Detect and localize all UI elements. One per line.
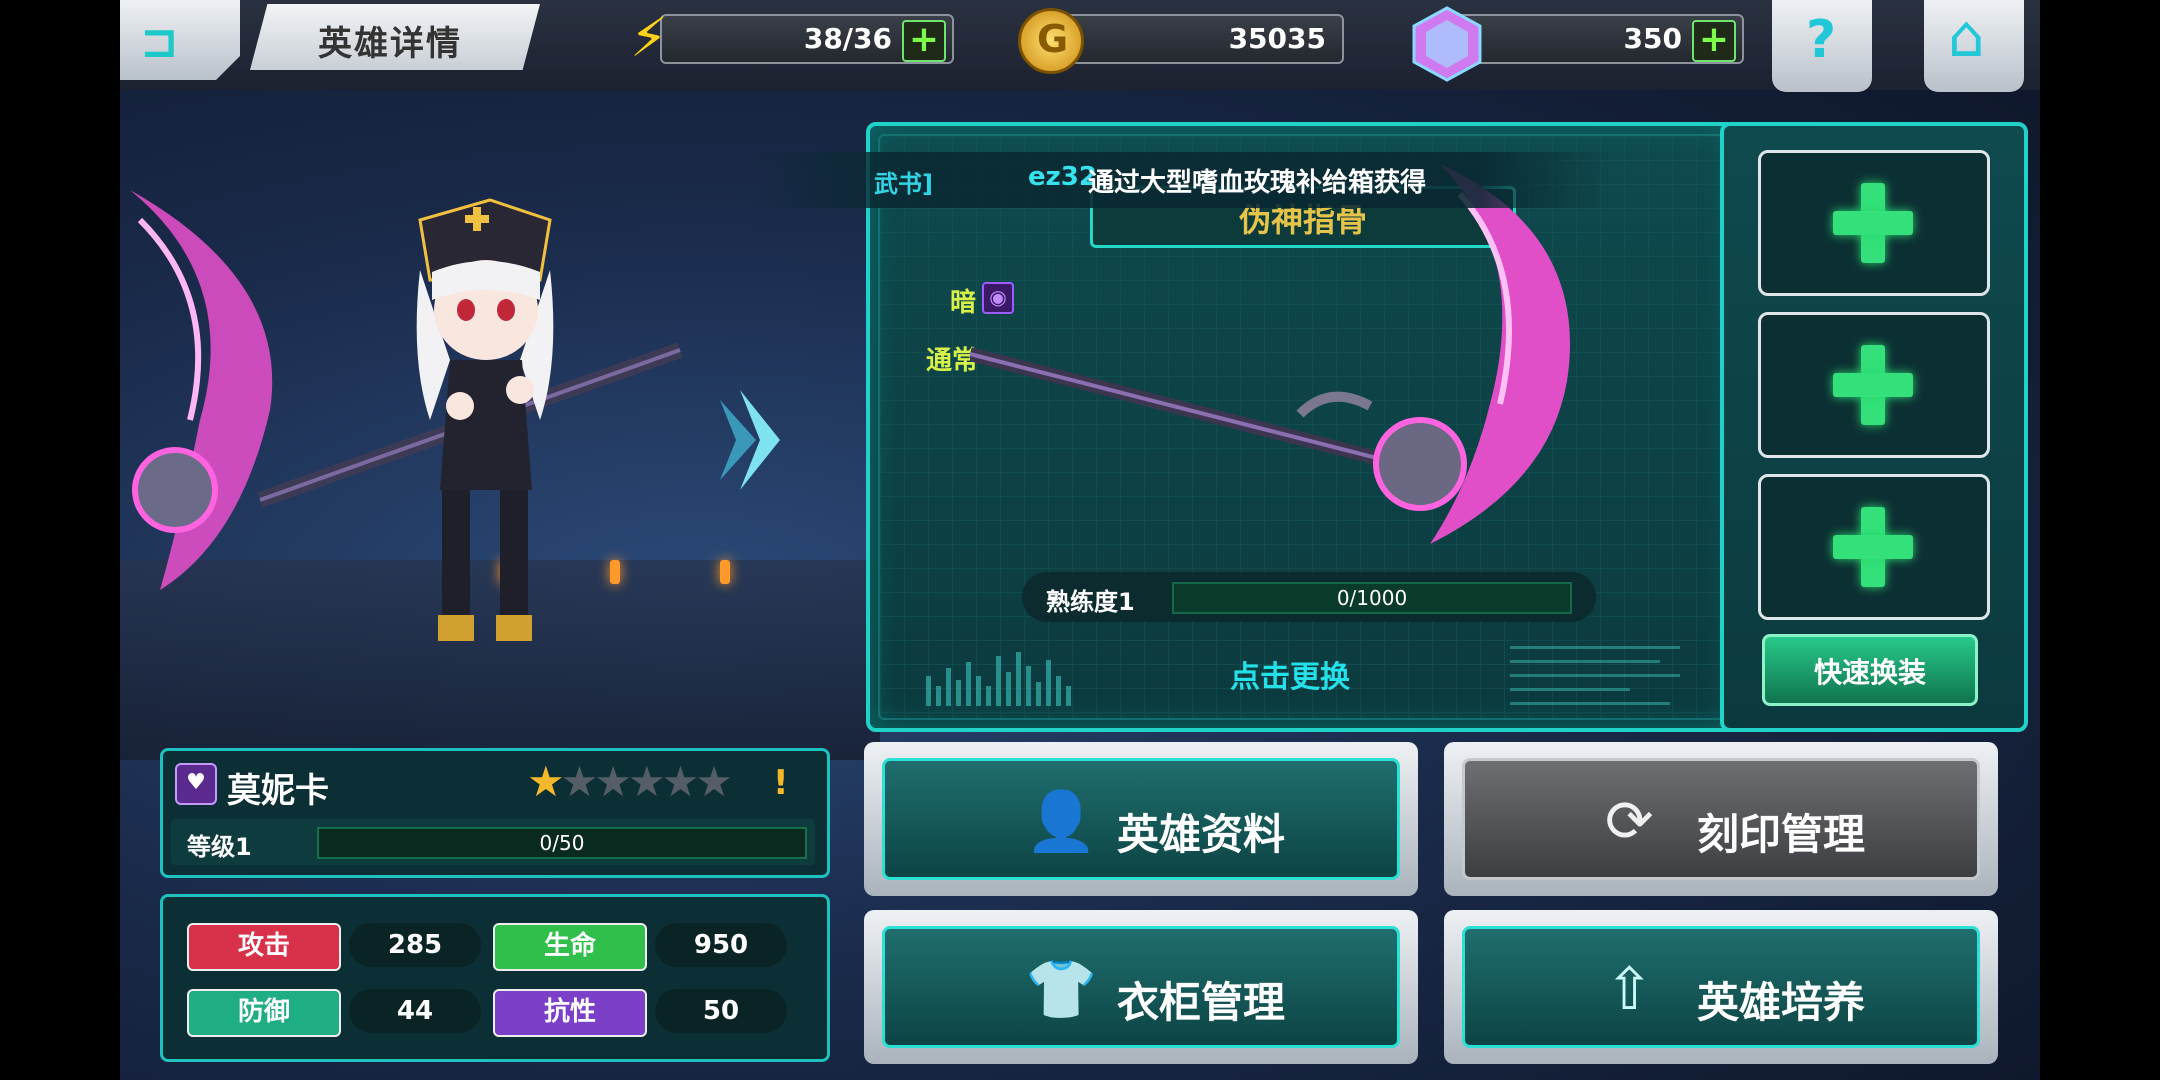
- add-stamina-button[interactable]: +: [902, 20, 946, 62]
- hero-class-icon: ♥: [175, 763, 217, 805]
- user-profile-icon: 👤: [1025, 787, 1098, 855]
- hero-summary-card: ♥ 莫妮卡 ★★★★★★ ! 等级1 0/50: [160, 748, 830, 878]
- question-icon: ?: [1806, 10, 1837, 70]
- exp-bar: 0/50: [317, 827, 807, 859]
- accessory-slot-2[interactable]: [1758, 312, 1990, 458]
- star-empty-icon: ★: [695, 757, 733, 806]
- stamina-counter: 38/36 +: [660, 14, 954, 64]
- star-empty-icon: ★: [627, 757, 666, 806]
- proficiency-value: 0/1000: [1336, 586, 1408, 610]
- weapon-panel[interactable]: 伪神指骨 暗 ◉ 通常 熟练度1 0/1000 点击更换: [866, 122, 1736, 732]
- stat-hp: 生命 950: [493, 923, 801, 971]
- stat-defense-value: 44: [349, 989, 481, 1033]
- top-bar: ⊐ 英雄详情 38/36 + ⚡ 35035 G 350 + ? ⌂: [120, 0, 2040, 92]
- level-label: 等级1: [187, 833, 252, 861]
- quick-equip-button[interactable]: 快速换装: [1762, 634, 1978, 706]
- gem-icon: [1412, 6, 1482, 82]
- wardrobe-label: 衣柜管理: [1117, 978, 1286, 1027]
- gold-value: 35035: [1228, 22, 1326, 55]
- change-weapon-button[interactable]: 点击更换: [1230, 652, 1350, 696]
- page-title-plate: 英雄详情: [250, 4, 540, 70]
- decorative-lines: [1510, 646, 1680, 716]
- star-empty-icon: ★: [661, 757, 700, 806]
- stat-resist-label: 抗性: [493, 989, 647, 1037]
- decorative-equalizer: [926, 646, 1086, 706]
- button-face: ⟳ 刻印管理: [1462, 758, 1980, 880]
- button-face: 👤 英雄资料: [882, 758, 1400, 880]
- acquisition-toast: 武书] ez32 通过大型嗜血玫瑰补给箱获得: [750, 152, 1610, 208]
- hero-info-button[interactable]: 👤 英雄资料: [864, 742, 1418, 896]
- exp-value: 0/50: [539, 831, 585, 855]
- add-icon: [1833, 173, 1913, 273]
- proficiency-row: 熟练度1 0/1000: [1022, 572, 1596, 622]
- gem-counter: 350 +: [1450, 14, 1744, 64]
- stat-defense-label: 防御: [187, 989, 341, 1037]
- stamina-value: 38/36: [803, 22, 892, 55]
- imprint-icon: ⟳: [1605, 787, 1654, 855]
- stat-hp-label: 生命: [493, 923, 647, 971]
- gold-counter: 35035: [1050, 14, 1344, 64]
- button-face: ⇧ 英雄培养: [1462, 926, 1980, 1048]
- upgrade-alert-icon[interactable]: !: [773, 763, 789, 803]
- hero-character-art: [130, 190, 780, 641]
- add-gems-button[interactable]: +: [1692, 20, 1736, 62]
- accessory-slot-3[interactable]: [1758, 474, 1990, 620]
- add-icon: [1833, 497, 1913, 597]
- accessory-slot-panel: 快速换装: [1720, 122, 2028, 732]
- button-face: 👕 衣柜管理: [882, 926, 1400, 1048]
- level-row: 等级1 0/50: [171, 819, 815, 865]
- stat-attack-value: 285: [349, 923, 481, 967]
- hero-info-label: 英雄资料: [1117, 810, 1286, 859]
- accessory-slot-1[interactable]: [1758, 150, 1990, 296]
- toast-username: ez32: [1028, 162, 1097, 192]
- star-empty-icon: ★: [560, 757, 599, 806]
- stat-defense: 防御 44: [187, 989, 495, 1037]
- lightning-icon: ⚡: [630, 6, 668, 69]
- add-icon: [1833, 335, 1913, 435]
- help-button[interactable]: ?: [1772, 0, 1872, 92]
- stat-attack-label: 攻击: [187, 923, 341, 971]
- hero-train-button[interactable]: ⇧ 英雄培养: [1444, 910, 1998, 1064]
- stat-resist-value: 50: [655, 989, 787, 1033]
- toast-message: 通过大型嗜血玫瑰补给箱获得: [1088, 168, 1427, 198]
- back-arrow-icon: ⊐: [140, 14, 179, 68]
- gem-value: 350: [1623, 22, 1682, 55]
- toast-source-fragment: 武书]: [874, 170, 933, 198]
- hero-star-rating: ★★★★★★: [527, 757, 733, 806]
- stat-hp-value: 950: [655, 923, 787, 967]
- stat-resist: 抗性 50: [493, 989, 801, 1037]
- wardrobe-button[interactable]: 👕 衣柜管理: [864, 910, 1418, 1064]
- imprint-label: 刻印管理: [1697, 810, 1866, 859]
- star-filled-icon: ★: [527, 757, 565, 806]
- proficiency-bar: 0/1000: [1172, 582, 1572, 614]
- home-button[interactable]: ⌂: [1924, 0, 2024, 92]
- gold-coin-icon: G: [1018, 8, 1084, 74]
- game-screen: ⊐ 英雄详情 38/36 + ⚡ 35035 G 350 + ? ⌂ 伪神指骨 …: [120, 0, 2040, 1080]
- page-title: 英雄详情: [318, 24, 462, 64]
- weapon-scythe-art: [970, 164, 1570, 544]
- hero-stats-card: 攻击 285 生命 950 防御 44 抗性 50: [160, 894, 830, 1062]
- proficiency-label: 熟练度1: [1046, 588, 1135, 616]
- star-empty-icon: ★: [594, 757, 632, 806]
- hero-train-label: 英雄培养: [1697, 978, 1866, 1027]
- hero-name: 莫妮卡: [227, 771, 329, 811]
- stat-attack: 攻击 285: [187, 923, 495, 971]
- shirt-icon: 👕: [1025, 955, 1098, 1023]
- home-icon: ⌂: [1948, 2, 1985, 70]
- upgrade-user-icon: ⇧: [1605, 955, 1654, 1023]
- back-button[interactable]: ⊐: [120, 0, 240, 80]
- quick-equip-label: 快速换装: [1813, 656, 1926, 689]
- imprint-button[interactable]: ⟳ 刻印管理: [1444, 742, 1998, 896]
